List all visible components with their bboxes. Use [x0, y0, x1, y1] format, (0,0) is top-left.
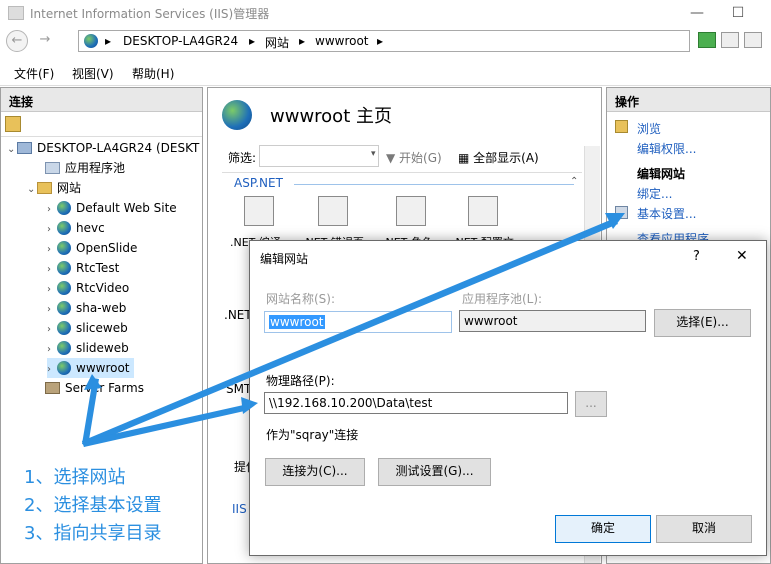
arrow-head-site	[84, 374, 102, 390]
annotation-step-2: 2、选择基本设置	[24, 495, 162, 516]
annotation-step-1: 1、选择网站	[24, 467, 126, 488]
annotation-step-3: 3、指向共享目录	[24, 523, 162, 544]
arrow-to-basic-settings	[82, 218, 618, 447]
arrow-head-path	[241, 397, 258, 414]
